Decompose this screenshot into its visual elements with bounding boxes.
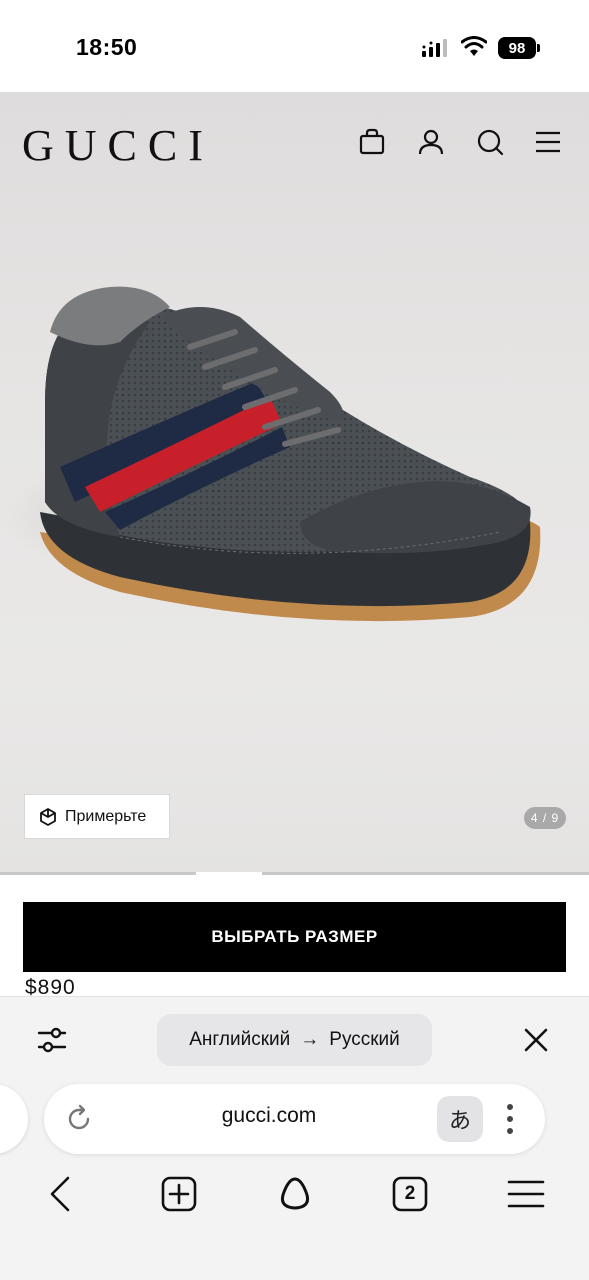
tabs-icon[interactable]: 2 [390,1174,430,1214]
alice-assistant-icon[interactable] [275,1174,315,1214]
shopping-bag-icon[interactable] [358,128,386,156]
product-gallery[interactable]: GUCCI Примерьте 4 / 9 [0,92,589,874]
status-bar: 18:50 98 [0,0,589,92]
battery-icon: 98 [498,37,540,59]
wifi-icon [461,36,487,56]
account-icon[interactable] [417,128,445,156]
search-icon[interactable] [476,128,504,156]
gallery-pager: 4 / 9 [524,807,566,829]
new-tab-icon[interactable] [159,1174,199,1214]
hamburger-menu-icon[interactable] [506,1174,546,1214]
page-translate-button[interactable]: あ [437,1096,483,1142]
brand-logo[interactable]: GUCCI [22,120,214,171]
url-text[interactable]: gucci.com [140,1104,398,1128]
product-image-sneaker [0,286,541,622]
battery-level: 98 [508,39,526,57]
translation-language-selector[interactable]: Английский → Русский [157,1014,432,1066]
more-options-icon[interactable] [502,1102,518,1136]
try-on-label: Примерьте [65,807,147,825]
status-time: 18:50 [76,34,138,60]
reload-icon[interactable] [64,1104,94,1134]
translate-icon: あ [448,1108,471,1133]
translate-settings-icon[interactable] [36,1024,68,1056]
arrow-right-icon: → [300,1029,320,1050]
try-on-button[interactable]: Примерьте [24,794,170,839]
cellular-signal-icon [422,39,447,57]
select-size-button[interactable]: ВЫБРАТЬ РАЗМЕР [23,902,566,972]
back-icon[interactable] [40,1174,80,1214]
menu-icon[interactable] [534,128,562,156]
tab-count: 2 [404,1183,416,1204]
close-icon[interactable] [522,1026,550,1054]
target-language: Русский [329,1029,400,1050]
source-language: Английский [189,1029,291,1050]
gallery-progress-indicator [196,872,262,875]
gallery-progress-track [0,872,589,875]
ar-cube-icon [40,807,56,826]
